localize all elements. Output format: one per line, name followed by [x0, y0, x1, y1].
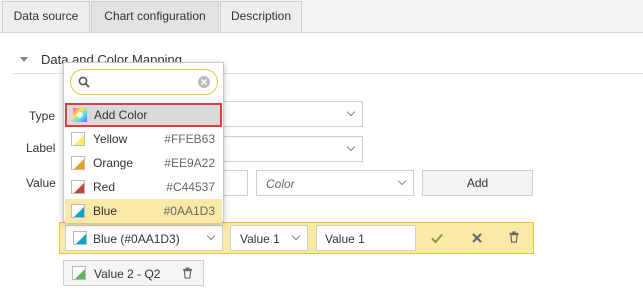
add-button[interactable]: Add [422, 170, 533, 196]
value-label: Value [26, 176, 56, 190]
mapping-name-value: Value 1 [325, 232, 365, 246]
yellow-swatch-icon [71, 132, 85, 146]
green-swatch-icon [72, 266, 86, 280]
color-option-hex: #C44537 [166, 180, 215, 194]
blue-swatch-icon [73, 231, 87, 245]
red-swatch-icon [71, 180, 85, 194]
existing-mapping-chip[interactable]: Value 2 - Q2 [63, 260, 204, 286]
mapping-color-select[interactable]: Blue (#0AA1D3) [65, 225, 223, 251]
color-option-orange[interactable]: Orange #EE9A22 [65, 151, 222, 175]
color-option-name: Yellow [93, 132, 128, 146]
color-option-name: Orange [93, 156, 134, 170]
color-option-name: Red [93, 180, 116, 194]
tab-description[interactable]: Description [220, 1, 302, 32]
mapping-series-select[interactable]: Value 1 [230, 225, 308, 251]
color-option-red[interactable]: Red #C44537 [65, 175, 222, 199]
color-option-blue[interactable]: Blue #0AA1D3 [65, 199, 222, 223]
trash-icon[interactable] [508, 231, 520, 243]
mapping-name-input[interactable]: Value 1 [316, 225, 416, 251]
add-color-option[interactable]: Add Color [65, 103, 222, 127]
chevron-down-icon [397, 176, 407, 186]
color-option-hex: #0AA1D3 [163, 204, 215, 218]
color-dropdown: Add Color Yellow #FFEB63 Orange #EE9A22 … [63, 62, 224, 223]
mapping-row-editing: Blue (#0AA1D3) Value 1 Value 1 [59, 222, 534, 254]
tab-bar: Data source Chart configuration Descript… [0, 0, 643, 33]
tab-data-source[interactable]: Data source [2, 1, 90, 32]
color-wheel-icon [73, 108, 87, 122]
search-icon [78, 76, 90, 88]
mapping-series-value: Value 1 [240, 232, 280, 246]
mapping-color-value: Blue (#0AA1D3) [93, 232, 180, 246]
chevron-down-icon [346, 107, 356, 117]
color-select[interactable]: Color [256, 170, 414, 196]
color-search-input[interactable] [70, 69, 218, 95]
tab-chart-configuration[interactable]: Chart configuration [91, 1, 219, 32]
type-label: Type [29, 109, 56, 123]
color-option-hex: #FFEB63 [164, 132, 215, 146]
chip-label: Value 2 - Q2 [94, 267, 161, 281]
color-option-hex: #EE9A22 [164, 156, 215, 170]
trash-icon[interactable] [182, 267, 193, 279]
color-option-yellow[interactable]: Yellow #FFEB63 [65, 127, 222, 151]
label-label: Label [26, 141, 56, 155]
chevron-down-icon [206, 231, 216, 241]
add-color-label: Add Color [94, 108, 148, 122]
chevron-down-icon [291, 231, 301, 241]
collapse-triangle-icon[interactable] [20, 57, 28, 62]
cancel-x-icon[interactable] [471, 232, 483, 244]
confirm-check-icon[interactable] [431, 232, 443, 244]
color-option-name: Blue [93, 204, 118, 218]
blue-swatch-icon [71, 204, 85, 218]
color-select-placeholder: Color [266, 177, 295, 191]
clear-search-icon[interactable] [198, 76, 210, 88]
orange-swatch-icon [71, 156, 85, 170]
chevron-down-icon [346, 142, 356, 152]
